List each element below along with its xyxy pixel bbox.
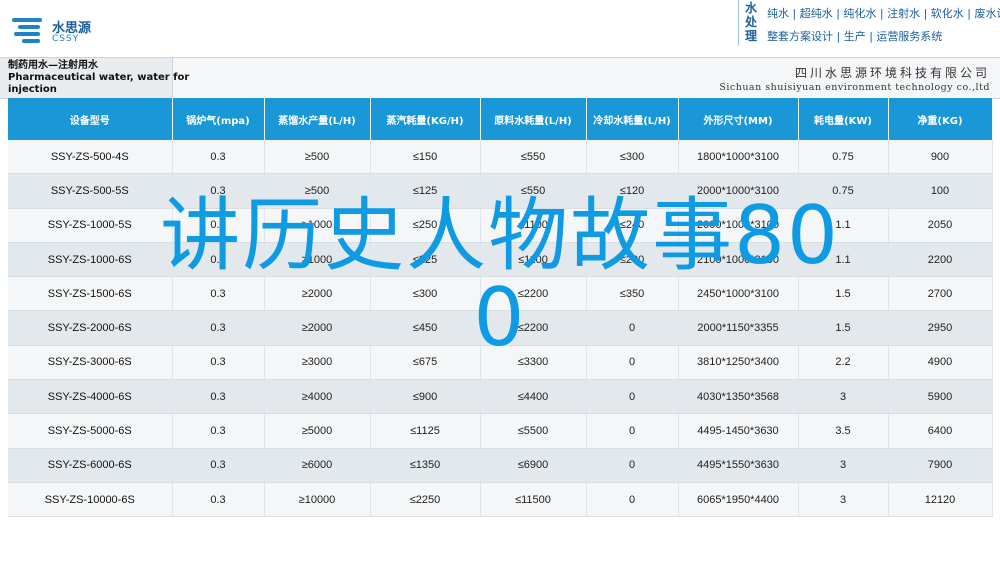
product-title-en-1: Pharmaceutical water, water for: [8, 72, 190, 83]
table-cell: ≤150: [370, 140, 481, 175]
column-header: 原料水耗量(L/H): [480, 98, 587, 140]
table-header-row: 设备型号 锅炉气(mpa) 蒸馏水产量(L/H) 蒸汽耗量(KG/H) 原料水耗量(L/…: [8, 98, 993, 140]
table-cell: ≤300: [586, 140, 679, 175]
table-cell: SSY-ZS-500-4S: [8, 140, 173, 175]
table-cell: 3: [798, 448, 889, 483]
table-cell: 7900: [888, 448, 993, 483]
table-cell: ≥500: [264, 140, 371, 175]
table-cell: ≥4000: [264, 379, 371, 415]
table-cell: 0.3: [172, 482, 265, 518]
logo-text-en: CSSY: [52, 34, 80, 44]
table-cell: ≤1125: [370, 413, 481, 449]
services-line-2: 整套方案设计 | 生产 | 运营服务系统: [767, 30, 943, 43]
product-title-cn: 制药用水—注射用水: [8, 60, 98, 71]
table-cell: ≤900: [370, 379, 481, 415]
table-cell: SSY-ZS-6000-6S: [8, 448, 173, 483]
water-wave-icon: [12, 16, 46, 44]
table-cell: 900: [888, 140, 993, 175]
table-cell: 4495-1450*3630: [678, 413, 799, 449]
table-cell: 6065*1950*4400: [678, 482, 799, 518]
column-header: 冷却水耗量(L/H): [586, 98, 679, 140]
table-cell: SSY-ZS-10000-6S: [8, 482, 173, 518]
table-cell: 12120: [888, 482, 993, 518]
product-title-cell: 制药用水—注射用水 Pharmaceutical water, water fo…: [0, 58, 189, 98]
table-row: SSY-ZS-4000-6S 0.3 ≥4000 ≤900 ≤4400 0 4030*135…: [8, 379, 993, 415]
table-row: SSY-ZS-5000-6S 0.3 ≥5000 ≤1125 ≤5500 0 4495-14…: [8, 413, 993, 449]
table-cell: 4495*1550*3630: [678, 448, 799, 483]
table-cell: ≤1350: [370, 448, 481, 483]
table-cell: ≤550: [480, 140, 587, 175]
table-cell: 0.3: [172, 379, 265, 415]
table-cell: 0.3: [172, 140, 265, 175]
table-cell: ≥6000: [264, 448, 371, 483]
product-title: 制药用水—注射用水 Pharmaceutical water, water fo…: [8, 60, 189, 96]
column-header: 蒸馏水产量(L/H): [264, 98, 371, 140]
table-cell: SSY-ZS-4000-6S: [8, 379, 173, 415]
company-name-en: Sichuan shuisiyuan environment technolog…: [719, 82, 990, 93]
table-cell: 1800*1000*3100: [678, 140, 799, 175]
table-cell: 0: [586, 379, 679, 415]
company-name-cn: 四川水思源环境科技有限公司: [794, 66, 990, 80]
services-line-1: 纯水 | 超纯水 | 纯化水 | 注射水 | 软化水 | 废水设备: [767, 7, 1000, 20]
column-header: 外形尺寸(MM): [678, 98, 799, 140]
header: 水思源 CSSY 水处理 纯水 | 超纯水 | 纯化水 | 注射水 | 软化水 …: [0, 0, 1000, 58]
table-cell: SSY-ZS-5000-6S: [8, 413, 173, 449]
column-header: 锅炉气(mpa): [172, 98, 265, 140]
table-cell: 0.75: [798, 140, 889, 175]
table-row: SSY-ZS-6000-6S 0.3 ≥6000 ≤1350 ≤6900 0 4495*15…: [8, 448, 993, 483]
table-cell: 6400: [888, 413, 993, 449]
table-cell: ≥5000: [264, 413, 371, 449]
table-cell: 3.5: [798, 413, 889, 449]
overlay-watermark-text: 讲历史人物故事80 0: [160, 189, 840, 364]
table-cell: 5900: [888, 379, 993, 415]
table-cell: ≤5500: [480, 413, 587, 449]
table-cell: ≥10000: [264, 482, 371, 518]
table-cell: ≤2250: [370, 482, 481, 518]
company-logo[interactable]: 水思源 CSSY: [12, 14, 132, 48]
column-header: 净重(KG): [888, 98, 993, 140]
table-row: SSY-ZS-500-4S 0.3 ≥500 ≤150 ≤550 ≤300 1800*100…: [8, 140, 993, 175]
table-row: SSY-ZS-10000-6S 0.3 ≥10000 ≤2250 ≤11500 0 6065…: [8, 482, 993, 518]
table-cell: 3: [798, 482, 889, 518]
table-cell: 3: [798, 379, 889, 415]
column-header: 设备型号: [8, 98, 173, 140]
table-cell: 0.3: [172, 413, 265, 449]
brand-vertical-text: 水处理: [744, 1, 757, 43]
table-cell: 0.3: [172, 448, 265, 483]
table-cell: ≤6900: [480, 448, 587, 483]
column-header: 蒸汽耗量(KG/H): [370, 98, 481, 140]
table-cell: ≤4400: [480, 379, 587, 415]
table-cell: 4030*1350*3568: [678, 379, 799, 415]
table-cell: ≤11500: [480, 482, 587, 518]
company-band: 制药用水—注射用水 Pharmaceutical water, water fo…: [0, 57, 1000, 99]
product-title-en-2: injection: [8, 84, 57, 95]
table-cell: 0: [586, 413, 679, 449]
services-block: 水处理 纯水 | 超纯水 | 纯化水 | 注射水 | 软化水 | 废水设备 整套…: [738, 0, 1000, 46]
table-cell: 0: [586, 482, 679, 518]
column-header: 耗电量(KW): [798, 98, 889, 140]
table-cell: 0: [586, 448, 679, 483]
